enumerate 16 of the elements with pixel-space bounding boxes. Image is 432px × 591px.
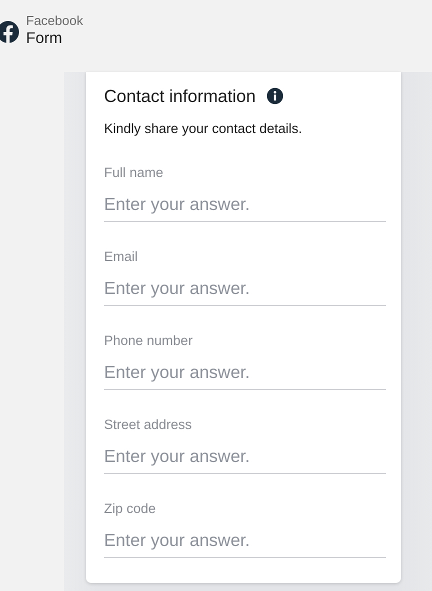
section-description: Kindly share your contact details. — [104, 120, 304, 138]
field-label: Full name — [104, 164, 164, 182]
field-label: Phone number — [104, 332, 194, 350]
page-title: Form — [26, 29, 64, 49]
field-label: Street address — [104, 416, 193, 434]
answer-field[interactable]: Enter your answer. — [104, 356, 386, 390]
answer-field[interactable]: Enter your answer. — [104, 188, 386, 222]
answer-field[interactable]: Enter your answer. — [104, 440, 386, 474]
field-label: Email — [104, 248, 139, 266]
answer-field[interactable]: Enter your answer. — [104, 272, 386, 306]
facebook-logo-icon — [0, 21, 19, 43]
brand-name: Facebook — [26, 13, 84, 29]
answer-field[interactable]: Enter your answer. — [104, 524, 386, 558]
info-icon[interactable] — [266, 87, 284, 105]
field-label: Zip code — [104, 500, 157, 518]
section-title: Contact information — [104, 85, 256, 108]
